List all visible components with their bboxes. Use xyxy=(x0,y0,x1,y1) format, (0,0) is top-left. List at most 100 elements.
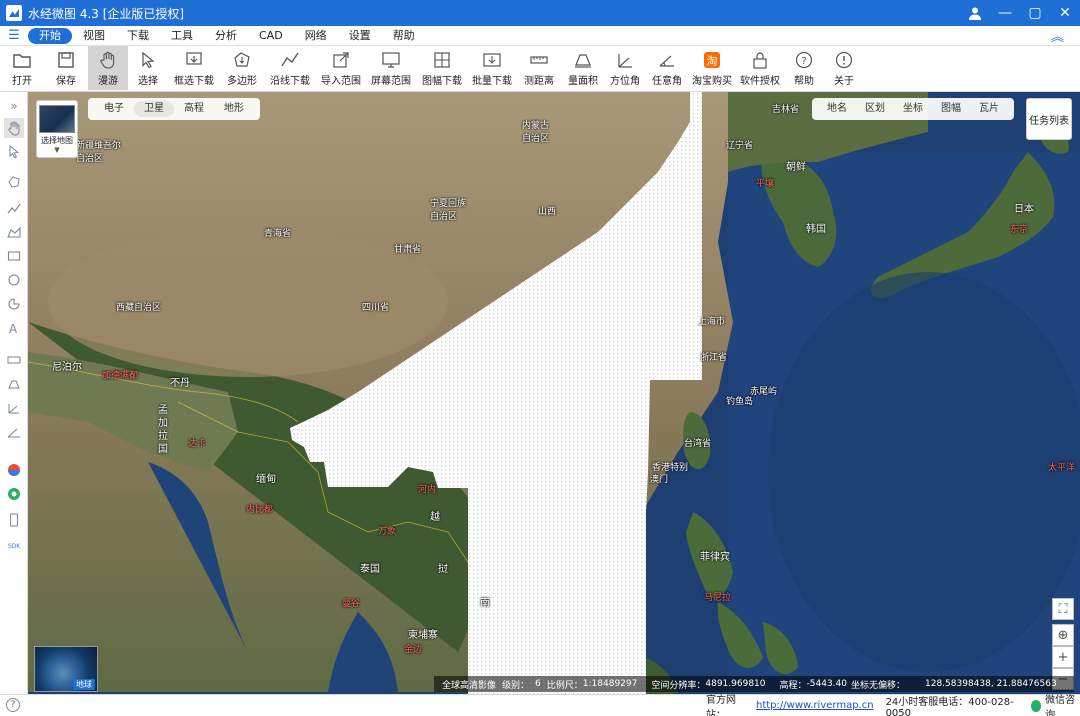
overlay-divisions[interactable]: 区划 xyxy=(856,101,894,117)
side-azimuth-icon[interactable] xyxy=(4,398,24,418)
map-view[interactable]: 新疆维吾尔 自治区 内蒙古 自治区 吉林省 辽宁省 朝鲜 平壤 韩国 日本 东京 宁… xyxy=(28,92,1080,694)
user-icon[interactable] xyxy=(960,0,990,26)
hamburger-menu-icon[interactable]: ☰ xyxy=(0,28,28,43)
menu-help[interactable]: 帮助 xyxy=(382,28,426,44)
angle-button[interactable]: 任意角 xyxy=(646,46,688,90)
menu-start[interactable]: 开始 xyxy=(28,27,72,44)
screen-range-label: 屏幕范围 xyxy=(371,76,411,87)
status-help-icon[interactable]: ? xyxy=(6,698,20,712)
label-bhutan: 不丹 xyxy=(170,378,190,389)
batch-download-label: 批量下载 xyxy=(472,76,512,87)
label-hanoi: 河内 xyxy=(418,485,437,495)
marker-icon[interactable] xyxy=(4,172,24,192)
sdk-icon[interactable]: SDK xyxy=(4,536,24,556)
help-button[interactable]: ? 帮助 xyxy=(784,46,824,90)
save-button[interactable]: 保存 xyxy=(44,46,88,90)
rectangle-icon[interactable] xyxy=(4,246,24,266)
info-icon xyxy=(833,50,855,70)
side-ruler-icon[interactable] xyxy=(4,350,24,370)
basemap-satellite[interactable]: 卫星 xyxy=(134,101,174,117)
cursor-select-icon xyxy=(137,50,159,70)
menu-settings[interactable]: 设置 xyxy=(338,28,382,44)
title-bar: 水经微图 4.3 [企业版已授权] — ▢ ✕ xyxy=(0,0,1080,26)
app-status-bar: ? 官方网站： http://www.rivermap.cn 24小时客服电话：… xyxy=(0,694,1080,716)
menu-network[interactable]: 网络 xyxy=(294,28,338,44)
batch-download-icon xyxy=(481,50,503,70)
task-list-button[interactable]: 任务列表 xyxy=(1026,98,1072,140)
box-download-button[interactable]: 框选下载 xyxy=(168,46,220,90)
zoom-in-button[interactable]: + xyxy=(1052,646,1074,668)
menu-bar: ☰ 开始 视图 下载 工具 分析 CAD 网络 设置 帮助 ︽ xyxy=(0,26,1080,46)
measure-distance-label: 测距离 xyxy=(524,76,554,87)
batch-download-button[interactable]: 批量下载 xyxy=(468,46,516,90)
side-angle-icon[interactable] xyxy=(4,422,24,442)
gaode-icon[interactable] xyxy=(4,484,24,504)
license-button[interactable]: 软件授权 xyxy=(736,46,784,90)
about-button[interactable]: 关于 xyxy=(824,46,864,90)
overlay-tiles[interactable]: 瓦片 xyxy=(970,101,1008,117)
website-link[interactable]: http://www.rivermap.cn xyxy=(756,700,874,711)
label-nepal: 尼泊尔 xyxy=(52,362,82,373)
line-download-button[interactable]: 沿线下载 xyxy=(264,46,316,90)
select-button[interactable]: 选择 xyxy=(128,46,168,90)
save-label: 保存 xyxy=(56,76,76,87)
map-source-label: 选择地图 xyxy=(41,136,73,145)
locate-icon[interactable]: ⊕ xyxy=(1052,624,1074,646)
open-label: 打开 xyxy=(12,76,32,87)
polygon-icon[interactable] xyxy=(4,222,24,242)
maximize-button[interactable]: ▢ xyxy=(1020,0,1050,26)
menu-download[interactable]: 下载 xyxy=(116,28,160,44)
polyline-icon[interactable] xyxy=(4,198,24,218)
overlay-placenames[interactable]: 地名 xyxy=(818,101,856,117)
label-sichuan: 四川省 xyxy=(362,303,390,313)
full-extent-icon[interactable]: ⛶ xyxy=(1052,598,1074,620)
line-download-icon xyxy=(279,50,301,70)
taobao-buy-button[interactable]: 淘 淘宝购买 xyxy=(688,46,736,90)
pan-button[interactable]: 漫游 xyxy=(88,46,128,90)
polygon-download-button[interactable]: 多边形 xyxy=(220,46,264,90)
baidu-icon[interactable] xyxy=(4,460,24,480)
expand-sidebar-icon[interactable]: » xyxy=(4,96,24,116)
collapse-ribbon-icon[interactable]: ︽ xyxy=(1051,26,1064,45)
import-range-button[interactable]: 导入范围 xyxy=(316,46,366,90)
sheet-download-button[interactable]: 图幅下载 xyxy=(416,46,468,90)
label-naypyidaw: 内比都 xyxy=(246,505,274,515)
globe-overview[interactable]: 地球 xyxy=(34,646,98,692)
status-elevation-label: 高程： xyxy=(779,680,807,691)
menu-tools[interactable]: 工具 xyxy=(160,28,204,44)
open-button[interactable]: 打开 xyxy=(0,46,44,90)
minimize-button[interactable]: — xyxy=(990,0,1020,26)
menu-cad[interactable]: CAD xyxy=(248,28,294,44)
circle-icon[interactable] xyxy=(4,270,24,290)
status-scale: 1:18489297 xyxy=(582,679,638,689)
basemap-terrain[interactable]: 地形 xyxy=(214,101,254,117)
box-download-label: 框选下载 xyxy=(174,76,214,87)
hand-tool-icon[interactable] xyxy=(4,118,24,138)
sector-icon[interactable] xyxy=(4,294,24,314)
overlay-coordinates[interactable]: 坐标 xyxy=(894,101,932,117)
label-liaoning: 辽宁省 xyxy=(726,141,754,151)
text-label-icon[interactable]: A xyxy=(4,318,24,338)
screen-range-button[interactable]: 屏幕范围 xyxy=(366,46,416,90)
device-icon[interactable] xyxy=(4,510,24,530)
menu-view[interactable]: 视图 xyxy=(72,28,116,44)
overlay-sheets[interactable]: 图幅 xyxy=(932,101,970,117)
select-arrow-icon[interactable] xyxy=(4,142,24,162)
basemap-elevation[interactable]: 高程 xyxy=(174,101,214,117)
azimuth-button[interactable]: 方位角 xyxy=(604,46,646,90)
close-button[interactable]: ✕ xyxy=(1050,0,1080,26)
app-logo-icon xyxy=(6,5,22,21)
label-shanghai: 上海市 xyxy=(698,317,726,327)
polygon-download-icon xyxy=(231,50,253,70)
menu-analysis[interactable]: 分析 xyxy=(204,28,248,44)
side-area-icon[interactable] xyxy=(4,374,24,394)
wechat-consult-button[interactable]: 微信咨询 xyxy=(1030,691,1080,716)
basemap-electronic[interactable]: 电子 xyxy=(94,101,134,117)
measure-distance-button[interactable]: 测距离 xyxy=(516,46,562,90)
basemap-switch: 电子 卫星 高程 地形 xyxy=(88,98,260,120)
save-icon xyxy=(55,50,77,70)
map-source-selector[interactable]: 选择地图 ▼ xyxy=(36,100,78,158)
ruler-distance-icon xyxy=(528,50,550,70)
measure-area-button[interactable]: 量面积 xyxy=(562,46,604,90)
angle-icon xyxy=(656,50,678,70)
